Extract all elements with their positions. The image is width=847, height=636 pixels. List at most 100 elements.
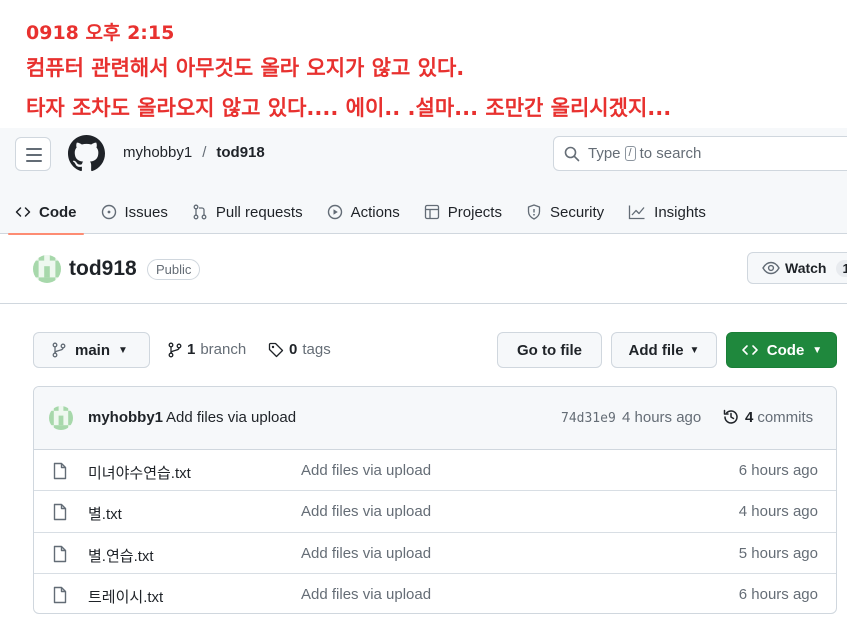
github-logo-icon[interactable] bbox=[68, 135, 105, 172]
watch-button[interactable]: Watch 1 bbox=[747, 252, 847, 284]
file-commit-time: 6 hours ago bbox=[738, 585, 818, 603]
commit-author[interactable]: myhobby1 bbox=[88, 409, 163, 426]
tag-count-label: tags bbox=[302, 341, 331, 358]
file-commit-time: 4 hours ago bbox=[738, 503, 818, 521]
tab-pull-requests[interactable]: Pull requests bbox=[183, 190, 312, 234]
menu-icon bbox=[26, 148, 42, 150]
commit-time: 4 hours ago bbox=[622, 409, 702, 426]
file-commit-time: 6 hours ago bbox=[738, 462, 818, 479]
annotation-line-3: 타자 조차도 올라오지 않고 있다.... 에이.. .설마... 조만간 올리… bbox=[26, 96, 672, 120]
search-placeholder-suffix: to search bbox=[639, 145, 702, 162]
file-row[interactable]: 별.연습.txt Add files via upload 5 hours ag… bbox=[34, 533, 836, 574]
tab-label: Code bbox=[39, 203, 77, 221]
tab-projects[interactable]: Projects bbox=[415, 190, 511, 234]
tab-issues[interactable]: Issues bbox=[92, 190, 177, 234]
branch-count-label: branch bbox=[200, 341, 247, 358]
caret-down-icon: ▼ bbox=[689, 344, 700, 356]
tab-label: Issues bbox=[124, 203, 168, 221]
menu-icon-bar bbox=[26, 154, 42, 156]
annotation-line-2: 컴퓨터 관련해서 아무것도 올라 오지가 않고 있다. bbox=[26, 56, 465, 80]
tab-actions[interactable]: Actions bbox=[318, 190, 409, 234]
file-row[interactable]: 트레이시.txt Add files via upload 6 hours ag… bbox=[34, 574, 836, 613]
graph-icon bbox=[629, 205, 645, 220]
play-icon bbox=[327, 204, 342, 220]
commit-count: 4 bbox=[745, 408, 754, 426]
repo-title-bar: tod918 Public Watch 1 bbox=[0, 234, 847, 304]
file-icon bbox=[53, 545, 67, 562]
branch-name: main bbox=[75, 341, 111, 359]
tab-security[interactable]: Security bbox=[517, 190, 613, 234]
file-list: myhobby1 Add files via upload 74d31e9 4 … bbox=[33, 386, 837, 614]
repo-tabs: Code Issues Pull requests Actions Projec… bbox=[0, 190, 715, 235]
tab-label: Security bbox=[549, 203, 605, 221]
breadcrumb-separator: / bbox=[202, 144, 207, 161]
branch-icon bbox=[52, 342, 66, 358]
shield-icon bbox=[527, 204, 541, 220]
file-name[interactable]: 트레이시.txt bbox=[88, 586, 163, 607]
tab-code[interactable]: Code bbox=[6, 190, 86, 235]
branch-selector[interactable]: main ▼ bbox=[33, 332, 150, 368]
file-icon bbox=[53, 586, 67, 603]
watch-label: Watch bbox=[785, 260, 827, 276]
table-icon bbox=[424, 204, 439, 220]
add-file-button[interactable]: Add file ▼ bbox=[611, 332, 717, 368]
branch-count: 1 bbox=[187, 341, 196, 358]
breadcrumb-repo[interactable]: tod918 bbox=[216, 144, 264, 161]
file-row[interactable]: 별.txt Add files via upload 4 hours ago bbox=[34, 491, 836, 533]
pull-request-icon bbox=[193, 204, 207, 220]
annotation-line-1: 0918 오후 2:15 bbox=[26, 22, 175, 44]
file-commit-time: 5 hours ago bbox=[738, 544, 818, 562]
repo-header: myhobby1 / tod918 Type / to search Code … bbox=[0, 128, 847, 235]
tag-icon bbox=[268, 342, 284, 357]
code-button[interactable]: Code ▼ bbox=[726, 332, 837, 368]
watch-count: 1 bbox=[836, 259, 847, 277]
commit-sha[interactable]: 74d31e9 bbox=[561, 411, 616, 426]
file-name[interactable]: 별.연습.txt bbox=[88, 545, 154, 566]
file-icon bbox=[53, 504, 67, 521]
issue-icon bbox=[101, 204, 116, 220]
commit-count-label: commits bbox=[757, 408, 814, 426]
visibility-badge: Public bbox=[147, 259, 201, 280]
annotation-overlay: 0918 오후 2:15 컴퓨터 관련해서 아무것도 올라 오지가 않고 있다.… bbox=[26, 18, 671, 128]
eye-icon bbox=[762, 261, 780, 275]
file-icon bbox=[53, 462, 67, 480]
caret-down-icon: ▼ bbox=[118, 344, 128, 356]
add-file-label: Add file bbox=[628, 341, 684, 359]
file-commit-message[interactable]: Add files via upload bbox=[301, 462, 431, 479]
menu-icon-bar bbox=[26, 160, 42, 162]
file-commit-message[interactable]: Add files via upload bbox=[301, 586, 431, 603]
code-icon bbox=[741, 345, 758, 355]
branches-link[interactable]: 1 branch bbox=[168, 341, 246, 358]
author-avatar[interactable] bbox=[49, 406, 73, 430]
search-shortcut-key: / bbox=[624, 146, 636, 161]
tab-label: Pull requests bbox=[215, 203, 303, 221]
repo-title[interactable]: tod918 bbox=[69, 257, 137, 281]
search-placeholder-prefix: Type bbox=[588, 145, 621, 162]
tab-insights[interactable]: Insights bbox=[619, 190, 715, 234]
menu-button[interactable] bbox=[15, 137, 51, 171]
tab-label: Actions bbox=[350, 203, 400, 221]
tags-link[interactable]: 0 tags bbox=[268, 341, 331, 358]
code-button-label: Code bbox=[766, 341, 805, 359]
go-to-file-button[interactable]: Go to file bbox=[497, 332, 602, 368]
file-row[interactable]: 미녀야수연습.txt Add files via upload 6 hours … bbox=[34, 450, 836, 492]
file-name[interactable]: 미녀야수연습.txt bbox=[88, 462, 191, 483]
tab-label: Insights bbox=[654, 203, 706, 221]
history-icon bbox=[723, 409, 738, 424]
file-name[interactable]: 별.txt bbox=[88, 503, 122, 524]
breadcrumb-owner[interactable]: myhobby1 bbox=[123, 144, 192, 161]
search-icon bbox=[564, 146, 580, 161]
file-commit-message[interactable]: Add files via upload bbox=[301, 503, 431, 520]
breadcrumb: myhobby1 / tod918 bbox=[123, 144, 265, 161]
file-commit-message[interactable]: Add files via upload bbox=[301, 545, 431, 562]
commit-message[interactable]: Add files via upload bbox=[166, 409, 296, 426]
commits-link[interactable]: 4 commits bbox=[722, 408, 813, 426]
tab-label: Projects bbox=[447, 203, 502, 221]
latest-commit-bar: myhobby1 Add files via upload 74d31e9 4 … bbox=[34, 387, 836, 450]
repo-owner-avatar[interactable] bbox=[33, 255, 61, 283]
tag-count: 0 bbox=[289, 341, 298, 358]
caret-down-icon: ▼ bbox=[812, 344, 823, 356]
search-input[interactable]: Type / to search bbox=[553, 136, 847, 171]
code-icon bbox=[15, 207, 31, 217]
branch-icon bbox=[168, 342, 182, 357]
